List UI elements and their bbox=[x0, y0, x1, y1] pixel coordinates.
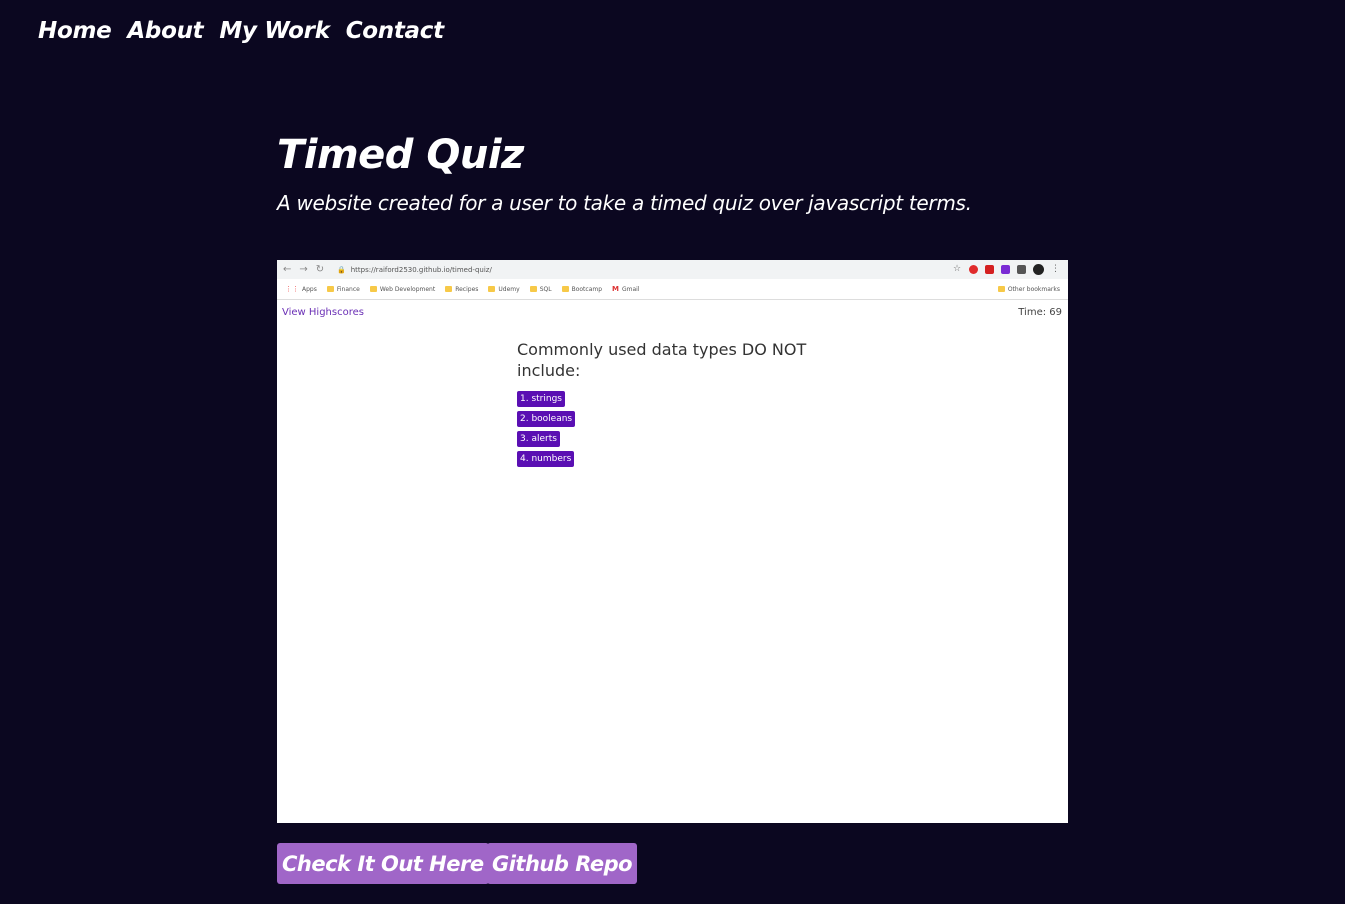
bookmark-finance: Finance bbox=[326, 286, 360, 293]
shield-icon bbox=[969, 265, 978, 274]
avatar bbox=[1033, 264, 1044, 275]
bookmark-web-development: Web Development bbox=[369, 286, 435, 293]
bookmark-udemy: Udemy bbox=[488, 286, 520, 293]
quiz-question: Commonly used data types DO NOT include: bbox=[517, 340, 807, 380]
menu-dots-icon: ⋮ bbox=[1051, 264, 1060, 274]
github-repo-button[interactable]: Github Repo bbox=[487, 843, 638, 884]
extension-icons: ☆ ⋮ bbox=[953, 264, 1068, 275]
lock-icon: 🔒 bbox=[337, 265, 346, 274]
folder-icon bbox=[445, 286, 453, 292]
gmail-icon: M bbox=[612, 285, 619, 293]
check-it-out-button[interactable]: Check It Out Here bbox=[277, 843, 489, 884]
bookmark-recipes: Recipes bbox=[445, 286, 478, 293]
nav-contact-link[interactable]: Contact bbox=[346, 18, 444, 44]
quiz-timer: Time: 69 bbox=[1018, 307, 1062, 318]
answer-list: 1. strings 2. booleans 3. alerts 4. numb… bbox=[517, 391, 576, 467]
nav-my-work-link[interactable]: My Work bbox=[219, 18, 330, 44]
star-icon: ☆ bbox=[953, 264, 962, 274]
extension-red-icon bbox=[985, 265, 994, 274]
answer-button: 2. booleans bbox=[517, 411, 576, 427]
nav-home-link[interactable]: Home bbox=[38, 18, 112, 44]
reload-icon: ↻ bbox=[315, 264, 325, 275]
project-title: Timed Quiz bbox=[277, 132, 524, 178]
bookmark-other: Other bookmarks bbox=[997, 286, 1068, 293]
bookmark-bootcamp: Bootcamp bbox=[561, 286, 602, 293]
extension-purple-icon bbox=[1001, 265, 1010, 274]
bookmarks-bar: ⋮⋮ Apps Finance Web Development Recipes U… bbox=[277, 279, 1068, 300]
top-nav: Home About My Work Contact bbox=[38, 18, 444, 44]
project-description: A website created for a user to take a t… bbox=[277, 191, 972, 215]
bookmark-apps: ⋮⋮ Apps bbox=[285, 285, 317, 293]
project-screenshot: ← → ↻ 🔒 https://raiford2530.github.io/ti… bbox=[277, 260, 1068, 823]
back-arrow-icon: ← bbox=[283, 264, 292, 275]
folder-icon bbox=[997, 286, 1005, 292]
folder-icon bbox=[529, 286, 537, 292]
folder-icon bbox=[488, 286, 496, 292]
answer-button: 4. numbers bbox=[517, 451, 575, 467]
apps-grid-icon: ⋮⋮ bbox=[285, 285, 299, 293]
folder-icon bbox=[326, 286, 334, 292]
answer-button: 3. alerts bbox=[517, 431, 560, 447]
forward-arrow-icon: → bbox=[299, 264, 308, 275]
bookmark-sql: SQL bbox=[529, 286, 552, 293]
bookmark-gmail: M Gmail bbox=[612, 285, 640, 293]
folder-icon bbox=[369, 286, 377, 292]
address-url: https://raiford2530.github.io/timed-quiz… bbox=[350, 265, 492, 274]
puzzle-icon bbox=[1017, 265, 1026, 274]
folder-icon bbox=[561, 286, 569, 292]
answer-button: 1. strings bbox=[517, 391, 565, 407]
address-bar: 🔒 https://raiford2530.github.io/timed-qu… bbox=[337, 263, 924, 276]
browser-toolbar: ← → ↻ 🔒 https://raiford2530.github.io/ti… bbox=[277, 260, 1068, 279]
view-highscores-link: View Highscores bbox=[282, 307, 364, 318]
nav-about-link[interactable]: About bbox=[127, 18, 203, 44]
